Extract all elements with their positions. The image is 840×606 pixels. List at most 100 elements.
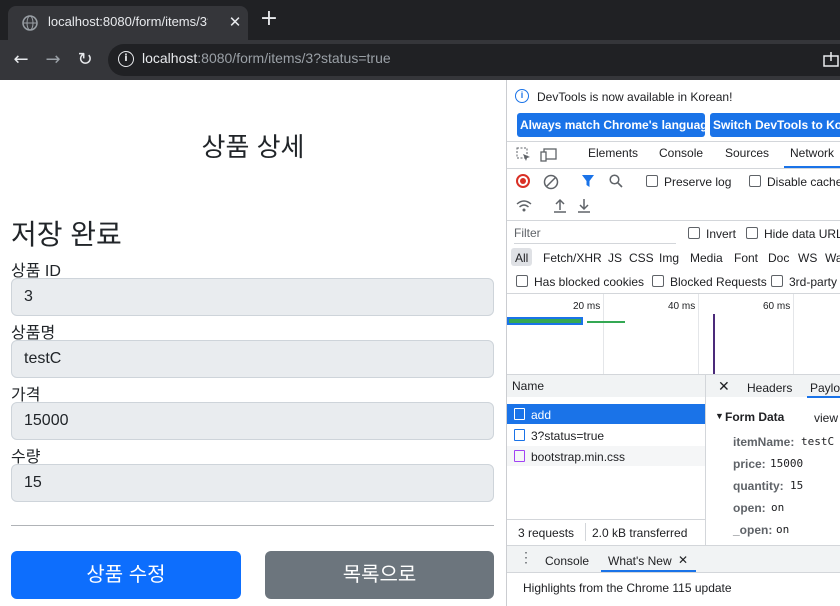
request-name: bootstrap.min.css xyxy=(531,450,626,464)
hide-data-urls-checkbox[interactable] xyxy=(746,227,758,239)
drawer-tab-whats-new[interactable]: What's New xyxy=(608,554,672,568)
tab-elements[interactable]: Elements xyxy=(588,146,638,160)
request-row-css[interactable]: bootstrap.min.css xyxy=(507,446,705,466)
tab-network[interactable]: Network xyxy=(790,146,834,160)
form-key: price: xyxy=(733,457,766,471)
close-icon[interactable]: ✕ xyxy=(718,378,730,395)
record-icon[interactable] xyxy=(516,174,530,188)
form-value: 15 xyxy=(790,479,804,492)
inspect-element-icon[interactable] xyxy=(516,147,532,163)
name-column-header[interactable]: Name xyxy=(507,375,705,397)
drawer-message: Highlights from the Chrome 115 update xyxy=(523,581,732,595)
info-icon: i xyxy=(515,89,529,103)
price-input[interactable]: 15000 xyxy=(11,402,494,440)
share-icon[interactable] xyxy=(822,50,840,68)
browser-tab[interactable]: localhost:8080/form/items/3?sta ✕ xyxy=(8,6,248,40)
type-filter-all[interactable]: All xyxy=(515,251,528,265)
type-filter-wasm[interactable]: Wa xyxy=(825,251,840,265)
third-party-checkbox[interactable] xyxy=(771,275,783,287)
blocked-requests-checkbox[interactable] xyxy=(652,275,664,287)
page-title: 상품 상세 xyxy=(201,132,305,162)
timeline-marker xyxy=(713,314,715,374)
blocked-cookies-label: Has blocked cookies xyxy=(534,275,645,289)
reload-icon[interactable]: ↻ xyxy=(74,49,96,71)
import-har-icon[interactable] xyxy=(553,198,567,214)
timeline-bar xyxy=(507,317,583,325)
back-arrow-icon[interactable]: ← xyxy=(10,49,32,71)
invert-checkbox[interactable] xyxy=(688,227,700,239)
form-value: 15000 xyxy=(770,457,804,470)
filter-input[interactable]: Filter xyxy=(514,226,676,244)
form-key: quantity: xyxy=(733,479,784,493)
request-row-status[interactable]: 3?status=true xyxy=(507,425,705,445)
document-icon xyxy=(514,429,525,441)
type-filter-media[interactable]: Media xyxy=(690,251,723,265)
view-source-link[interactable]: view xyxy=(814,411,838,425)
match-language-button[interactable]: Always match Chrome's language xyxy=(517,113,705,137)
search-icon[interactable] xyxy=(609,174,623,188)
request-name: 3?status=true xyxy=(531,429,605,443)
form-value: on xyxy=(776,523,790,536)
requests-count: 3 requests xyxy=(518,526,575,540)
type-filter-js[interactable]: JS xyxy=(608,251,622,265)
type-filter-fetch[interactable]: Fetch/XHR xyxy=(543,251,602,265)
timeline-bar xyxy=(587,321,625,323)
network-conditions-icon[interactable] xyxy=(516,199,532,213)
tab-sources[interactable]: Sources xyxy=(725,146,769,160)
item-id-input[interactable]: 3 xyxy=(11,278,494,316)
forward-arrow-icon[interactable]: → xyxy=(42,49,64,71)
close-icon[interactable]: ✕ xyxy=(226,13,244,31)
tab-console[interactable]: Console xyxy=(659,146,703,160)
tab-headers[interactable]: Headers xyxy=(747,381,792,395)
active-tab-indicator xyxy=(807,396,840,398)
edit-item-button[interactable]: 상품 수정 xyxy=(11,551,241,599)
drawer-tab-console[interactable]: Console xyxy=(545,554,589,568)
more-vert-icon[interactable]: ⋮ xyxy=(519,550,533,564)
info-icon[interactable]: i xyxy=(118,51,134,67)
close-icon[interactable]: ✕ xyxy=(678,553,688,567)
disable-cache-label: Disable cache xyxy=(767,175,840,189)
triangle-down-icon[interactable]: ▼ xyxy=(715,411,724,421)
tab-title: localhost:8080/form/items/3?sta xyxy=(48,14,208,29)
language-notice: DevTools is now available in Korean! xyxy=(537,90,733,104)
url-text[interactable]: localhost:8080/form/items/3?status=true xyxy=(142,50,391,66)
preserve-log-label: Preserve log xyxy=(664,175,732,189)
new-tab-button[interactable]: + xyxy=(258,8,280,31)
form-key: _open: xyxy=(733,523,773,537)
disable-cache-checkbox[interactable] xyxy=(749,175,761,187)
globe-icon xyxy=(22,15,38,31)
name-column-label: Name xyxy=(512,379,545,393)
type-filter-doc[interactable]: Doc xyxy=(768,251,789,265)
export-har-icon[interactable] xyxy=(577,198,591,214)
hide-data-urls-label: Hide data URL xyxy=(764,227,840,241)
status-message: 저장 완료 xyxy=(11,219,122,250)
request-row-add[interactable]: add xyxy=(507,404,705,424)
filter-placeholder: Filter xyxy=(514,226,541,240)
tab-payload[interactable]: Payloa xyxy=(810,381,840,395)
blocked-cookies-checkbox[interactable] xyxy=(516,275,528,287)
filter-icon[interactable] xyxy=(581,174,595,188)
type-filter-css[interactable]: CSS xyxy=(629,251,654,265)
devtools-panel: i DevTools is now available in Korean! A… xyxy=(506,80,840,606)
type-filter-img[interactable]: Img xyxy=(659,251,679,265)
page-content: 상품 상세 저장 완료 상품 ID 3 상품명 testC 가격 15000 수… xyxy=(0,80,506,606)
clear-icon[interactable] xyxy=(543,174,559,190)
transferred-size: 2.0 kB transferred xyxy=(592,526,688,540)
type-filter-font[interactable]: Font xyxy=(734,251,758,265)
preserve-log-checkbox[interactable] xyxy=(646,175,658,187)
back-to-list-button[interactable]: 목록으로 xyxy=(265,551,494,599)
item-name-input[interactable]: testC xyxy=(11,340,494,378)
invert-label: Invert xyxy=(706,227,737,241)
document-icon xyxy=(514,408,525,420)
switch-language-button[interactable]: Switch DevTools to Kore xyxy=(710,113,840,137)
form-value: on xyxy=(771,501,785,514)
type-filter-ws[interactable]: WS xyxy=(798,251,817,265)
form-data-title: Form Data xyxy=(725,410,785,424)
device-toolbar-icon[interactable] xyxy=(540,147,558,163)
form-value: testC xyxy=(801,435,835,448)
blocked-requests-label: Blocked Requests xyxy=(670,275,767,289)
quantity-input[interactable]: 15 xyxy=(11,464,494,502)
timeline-tick: 60 ms xyxy=(763,301,791,312)
timeline-overview[interactable]: 20 ms 40 ms 60 ms xyxy=(507,294,840,374)
timeline-tick: 40 ms xyxy=(668,301,696,312)
